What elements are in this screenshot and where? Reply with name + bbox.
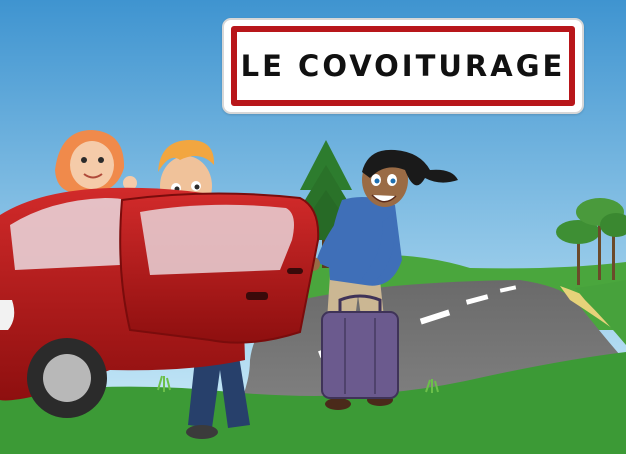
town-sign-frame: LE COVOITURAGE [231,26,575,106]
purple-suitcase [321,294,399,399]
town-sign: LE COVOITURAGE [222,18,584,114]
carpooling-illustration: LE COVOITURAGE [0,0,626,454]
sign-title: LE COVOITURAGE [240,49,566,83]
